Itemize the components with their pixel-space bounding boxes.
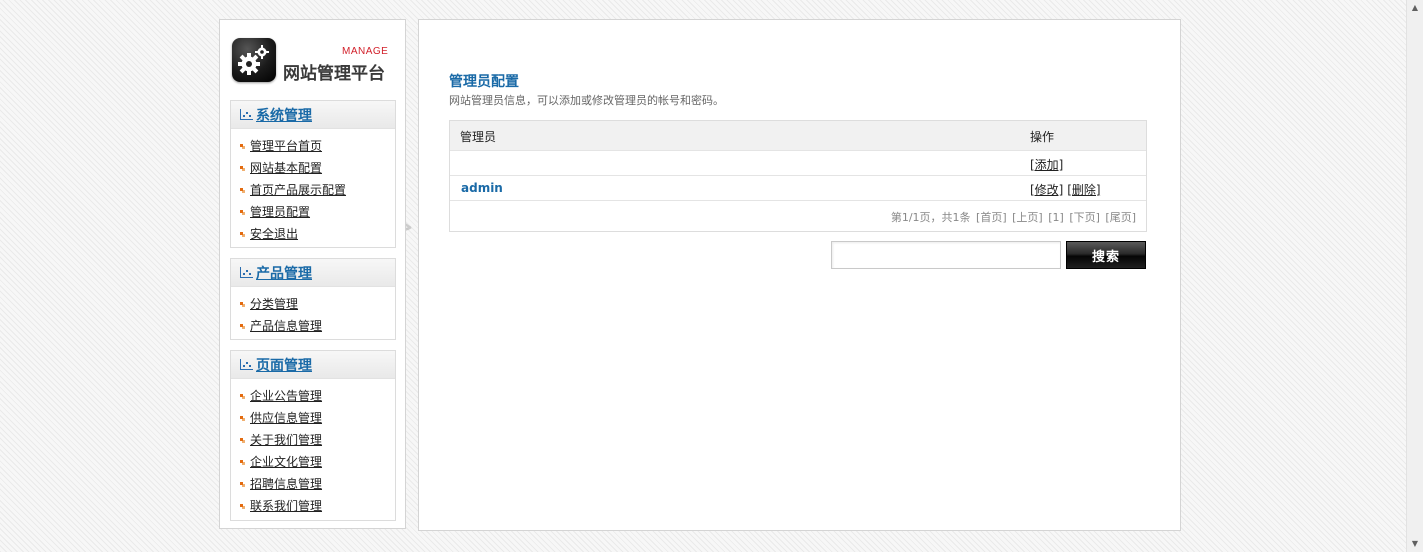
menu-link-supply[interactable]: 供应信息管理 (250, 411, 322, 425)
search-button[interactable]: 搜索 (1066, 241, 1146, 269)
menu-section-product: 产品管理 分类管理 产品信息管理 (230, 258, 396, 340)
bullet-icon (240, 324, 243, 327)
menu-link-about[interactable]: 关于我们管理 (250, 433, 322, 447)
menu-link-home[interactable]: 管理平台首页 (250, 139, 322, 153)
menu-section-title[interactable]: 系统管理 (256, 105, 312, 125)
pagination-row: 第1/1页，共1条 [首页] [上页] [1] [下页] [尾页] (450, 201, 1146, 231)
menu-link-announcement[interactable]: 企业公告管理 (250, 389, 322, 403)
menu-item: 联系我们管理 (231, 495, 395, 517)
menu-item: 管理员配置 (231, 201, 395, 223)
admin-table: 管理员 操作 [添加] admin [修改] [删除] 第1/1页，共1条 [首… (449, 120, 1147, 232)
add-button[interactable]: [添加] (1030, 158, 1063, 172)
main-panel: 管理员配置 网站管理员信息，可以添加或修改管理员的帐号和密码。 管理员 操作 [… (418, 19, 1181, 531)
table-row: admin [修改] [删除] (450, 176, 1146, 201)
column-header-admin: 管理员 (460, 130, 497, 144)
page-number-link[interactable]: [1] (1048, 211, 1064, 224)
menu-link-admin-config[interactable]: 管理员配置 (250, 205, 310, 219)
scroll-down-arrow-icon[interactable]: ▼ (1407, 536, 1423, 552)
menu-link-contact[interactable]: 联系我们管理 (250, 499, 322, 513)
menu-link-category[interactable]: 分类管理 (250, 297, 298, 311)
menu-section-system: 系统管理 管理平台首页 网站基本配置 首页产品展示配置 管理员配置 安全退出 (230, 100, 396, 248)
menu-item: 企业文化管理 (231, 451, 395, 473)
bullet-icon (240, 394, 243, 397)
first-page-link[interactable]: [首页] (976, 211, 1007, 224)
menu-item: 分类管理 (231, 293, 395, 315)
bullet-icon (240, 482, 243, 485)
menu-item: 招聘信息管理 (231, 473, 395, 495)
menu-item: 企业公告管理 (231, 385, 395, 407)
logo-badge: MANAGE (342, 46, 389, 57)
menu-section-title[interactable]: 产品管理 (256, 263, 312, 283)
logo-title: 网站管理平台 (283, 64, 385, 84)
vertical-scrollbar[interactable]: ▲ ▼ (1406, 0, 1423, 552)
page-description: 网站管理员信息，可以添加或修改管理员的帐号和密码。 (449, 94, 724, 107)
gear-logo-icon (232, 38, 276, 82)
menu-item: 产品信息管理 (231, 315, 395, 337)
prev-page-link[interactable]: [上页] (1012, 211, 1043, 224)
bullet-icon (240, 210, 243, 213)
search-input[interactable] (831, 241, 1061, 269)
menu-section-header: 产品管理 (231, 259, 395, 287)
edit-button[interactable]: [修改] (1030, 183, 1063, 197)
last-page-link[interactable]: [尾页] (1105, 211, 1136, 224)
menu-link-product-display[interactable]: 首页产品展示配置 (250, 183, 346, 197)
bullet-icon (240, 188, 243, 191)
next-page-link[interactable]: [下页] (1069, 211, 1100, 224)
actions-cell: [修改] [删除] (1030, 181, 1101, 198)
menu-link-logout[interactable]: 安全退出 (250, 227, 298, 241)
menu-item: 供应信息管理 (231, 407, 395, 429)
menu-section-header: 系统管理 (231, 101, 395, 129)
bullet-icon (240, 504, 243, 507)
menu-link-jobs[interactable]: 招聘信息管理 (250, 477, 322, 491)
menu-item: 网站基本配置 (231, 157, 395, 179)
chart-icon (240, 109, 253, 120)
menu-link-product-info[interactable]: 产品信息管理 (250, 319, 322, 333)
actions-cell: [添加] (1030, 156, 1063, 173)
menu-section-header: 页面管理 (231, 351, 395, 379)
menu-item: 关于我们管理 (231, 429, 395, 451)
logo: MANAGE 网站管理平台 (232, 38, 392, 84)
bullet-icon (240, 460, 243, 463)
bullet-icon (240, 144, 243, 147)
menu-section-pages: 页面管理 企业公告管理 供应信息管理 关于我们管理 企业文化管理 招聘信息管理 … (230, 350, 396, 521)
scroll-up-arrow-icon[interactable]: ▲ (1407, 0, 1423, 16)
bullet-icon (240, 302, 243, 305)
bullet-icon (240, 232, 243, 235)
bullet-icon (240, 166, 243, 169)
pagination: 第1/1页，共1条 [首页] [上页] [1] [下页] [尾页] (889, 209, 1136, 225)
menu-item: 首页产品展示配置 (231, 179, 395, 201)
admin-name-link[interactable]: admin (461, 181, 503, 195)
chart-icon (240, 267, 253, 278)
bullet-icon (240, 416, 243, 419)
delete-button[interactable]: [删除] (1067, 183, 1100, 197)
column-header-actions: 操作 (1030, 130, 1055, 144)
menu-link-culture[interactable]: 企业文化管理 (250, 455, 322, 469)
table-add-row: [添加] (450, 151, 1146, 176)
sidebar: MANAGE 网站管理平台 系统管理 管理平台首页 网站基本配置 首页产品展示配… (219, 19, 406, 529)
menu-section-title[interactable]: 页面管理 (256, 355, 312, 375)
menu-item: 管理平台首页 (231, 135, 395, 157)
bullet-icon (240, 438, 243, 441)
pagination-summary: 第1/1页，共1条 (890, 211, 971, 224)
menu-link-site-config[interactable]: 网站基本配置 (250, 161, 322, 175)
chart-icon (240, 359, 253, 370)
page-title: 管理员配置 (449, 74, 519, 90)
menu-item: 安全退出 (231, 223, 395, 245)
table-header: 管理员 操作 (450, 121, 1146, 151)
